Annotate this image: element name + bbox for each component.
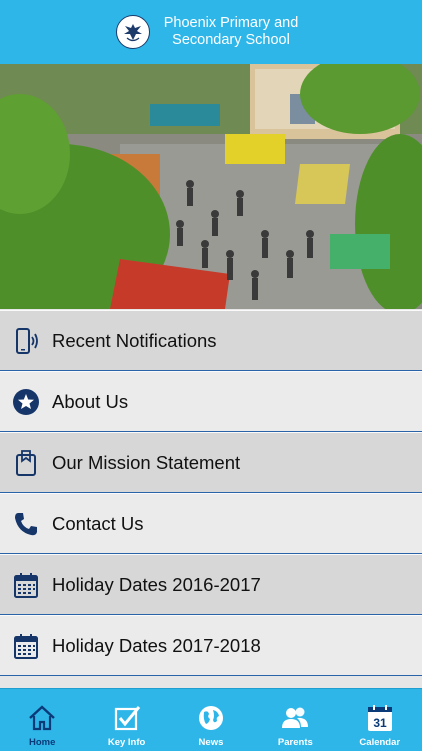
- clipboard-icon: [12, 449, 40, 477]
- tab-home[interactable]: Home: [7, 689, 77, 751]
- menu-item-label: Recent Notifications: [52, 329, 217, 351]
- school-name-line1: Phoenix Primary and: [163, 15, 299, 31]
- tab-label: Calendar: [359, 737, 401, 748]
- tab-news[interactable]: News: [176, 689, 246, 751]
- main-menu: Recent Notifications About Us Our Missio…: [0, 310, 422, 676]
- phoenix-crest-icon: [116, 15, 150, 49]
- telephone-icon: [12, 510, 40, 538]
- menu-item-label: Holiday Dates 2017-2018: [52, 634, 261, 656]
- menu-item-recent-notifications[interactable]: Recent Notifications: [0, 310, 422, 371]
- menu-item-holiday-dates-2016-2017[interactable]: Holiday Dates 2016-2017: [0, 554, 422, 615]
- bottom-tab-bar: Home Key Info News Parents 31 Calendar: [0, 688, 422, 751]
- phone-notification-icon: [12, 327, 40, 355]
- tab-label: Key Info: [107, 737, 146, 748]
- tab-label: Home: [28, 737, 56, 748]
- calendar-date-icon: 31: [365, 703, 395, 733]
- tab-calendar[interactable]: 31 Calendar: [345, 689, 415, 751]
- star-icon: [12, 388, 40, 416]
- checkbox-icon: [112, 703, 142, 733]
- app-header: Phoenix Primary and Secondary School: [0, 0, 422, 64]
- menu-item-contact-us[interactable]: Contact Us: [0, 493, 422, 554]
- menu-item-holiday-dates-2017-2018[interactable]: Holiday Dates 2017-2018: [0, 615, 422, 676]
- school-name: Phoenix Primary and Secondary School: [156, 15, 306, 49]
- calendar-icon: [12, 632, 40, 660]
- hero-photo: [0, 64, 422, 309]
- people-icon: [280, 703, 310, 733]
- calendar-icon: [12, 571, 40, 599]
- globe-icon: [196, 703, 226, 733]
- calendar-date-text: 31: [373, 716, 387, 730]
- menu-item-label: Holiday Dates 2016-2017: [52, 573, 261, 595]
- home-icon: [27, 703, 57, 733]
- menu-item-label: Contact Us: [52, 512, 144, 534]
- tab-label: News: [198, 737, 224, 748]
- menu-item-label: Our Mission Statement: [52, 451, 241, 473]
- tab-parents[interactable]: Parents: [260, 689, 330, 751]
- school-name-line2: Secondary School: [172, 32, 290, 48]
- tab-key-info[interactable]: Key Info: [92, 689, 162, 751]
- menu-item-mission-statement[interactable]: Our Mission Statement: [0, 432, 422, 493]
- menu-item-about-us[interactable]: About Us: [0, 371, 422, 432]
- tab-label: Parents: [277, 737, 313, 748]
- menu-item-label: About Us: [52, 390, 129, 412]
